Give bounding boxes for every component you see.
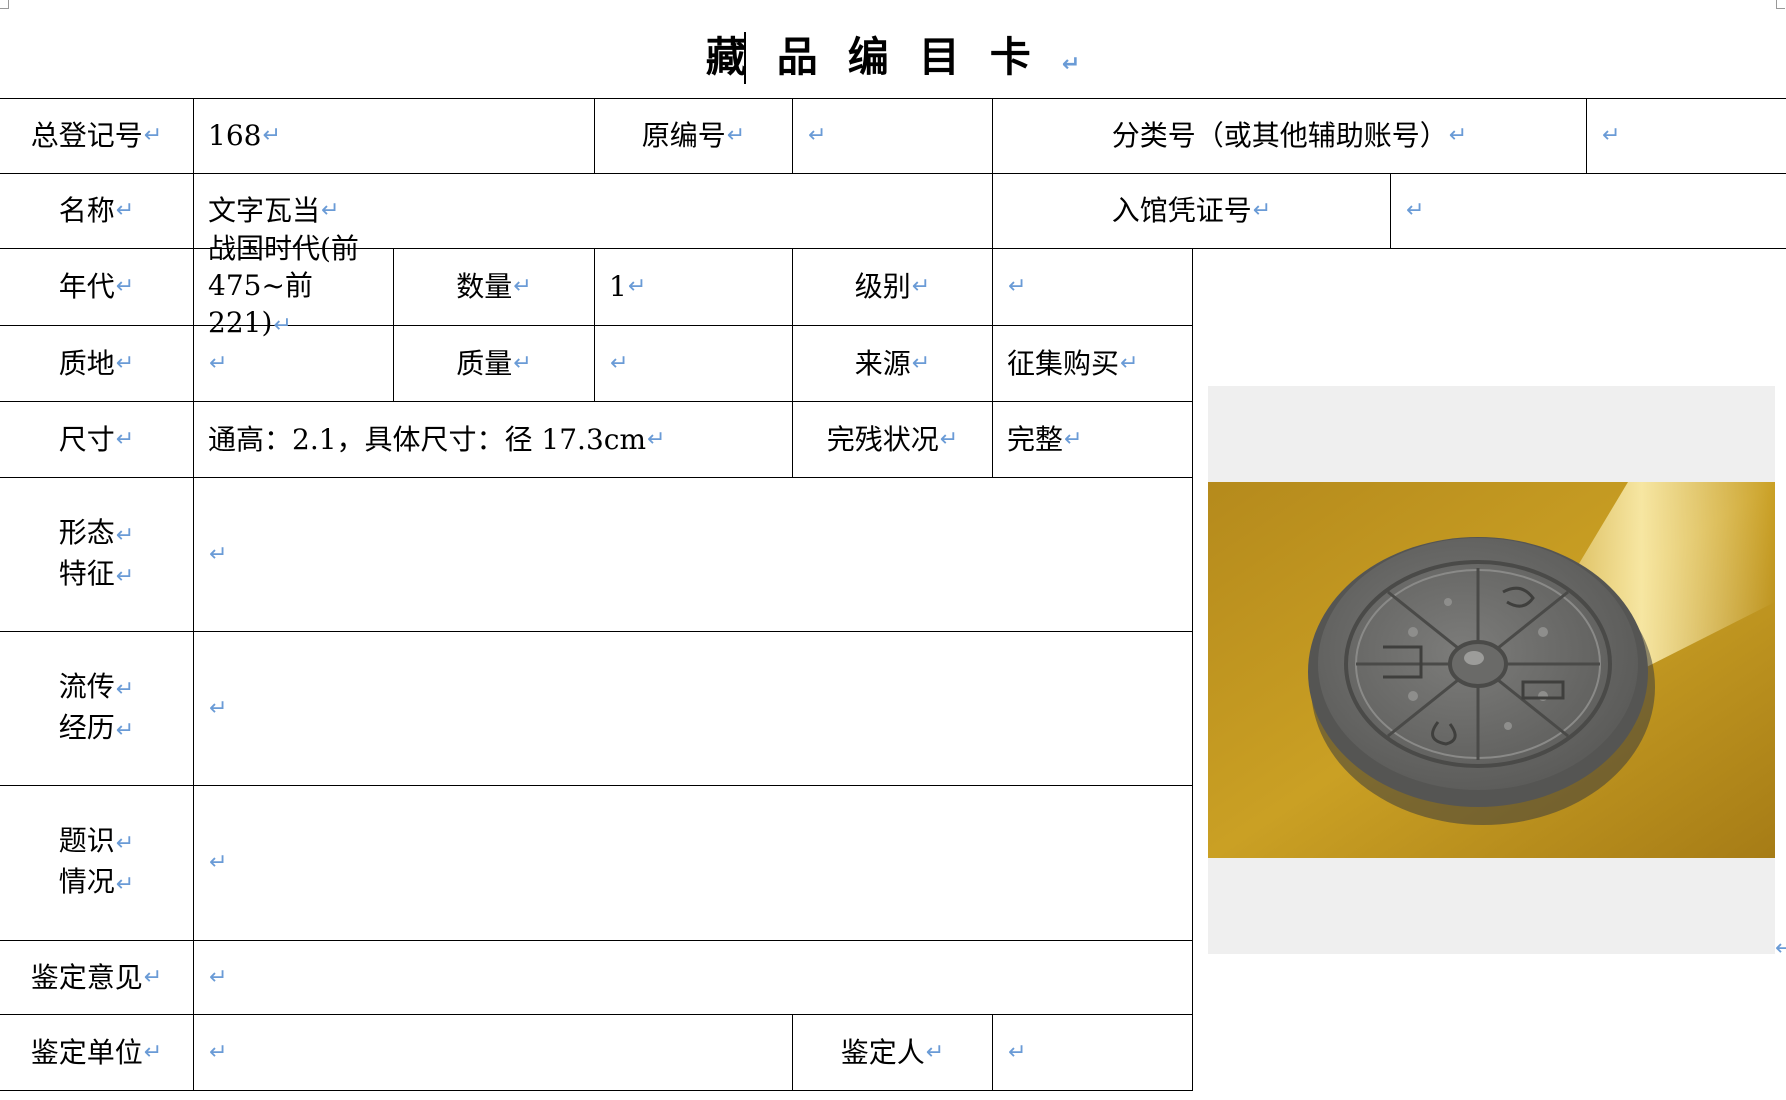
paragraph-mark-icon: ↵ (1775, 936, 1786, 961)
crop-mark-top-left (0, 0, 9, 9)
value-jiandingren[interactable]: ↵ (993, 1015, 1193, 1091)
card-title-text: 藏品编目卡 (705, 33, 1061, 81)
paragraph-mark-icon: ↵ (143, 1039, 163, 1065)
label-zhidi: 质地 ↵ (0, 326, 194, 402)
paragraph-mark-icon: ↵ (808, 123, 827, 148)
catalog-card-page: 藏品编目卡↵ 总登记号 ↵ 168 ↵ 原编号 ↵ ↵ 分类号（或其他辅助账号） ↵ ↵… (0, 0, 1786, 1100)
paragraph-mark-icon: ↵ (115, 426, 135, 452)
paragraph-mark-icon: ↵ (143, 964, 163, 990)
label-zhiliang: 质量 ↵ (394, 326, 595, 402)
label-mingcheng: 名称 ↵ (0, 174, 194, 249)
paragraph-mark-icon: ↵ (209, 350, 228, 376)
paragraph-mark-icon: ↵ (209, 541, 228, 567)
card-title: 藏品编目卡↵ (0, 22, 1786, 92)
paragraph-mark-icon: ↵ (513, 350, 532, 376)
value-jibie[interactable]: ↵ (993, 249, 1193, 326)
paragraph-mark-icon: ↵ (262, 123, 281, 148)
label-chicun: 尺寸 ↵ (0, 402, 194, 478)
label-jianding-danwei: 鉴定单位 ↵ (0, 1015, 194, 1091)
value-zhiliang[interactable]: ↵ (595, 326, 793, 402)
value-zhidi[interactable]: ↵ (194, 326, 394, 402)
paragraph-mark-icon: ↵ (115, 350, 135, 376)
paragraph-mark-icon: ↵ (115, 717, 135, 743)
paragraph-mark-icon: ↵ (1602, 123, 1621, 148)
label-jianding-yijian: 鉴定意见 ↵ (0, 941, 194, 1015)
paragraph-mark-icon: ↵ (115, 676, 135, 702)
value-shuliang[interactable]: 1 ↵ (595, 249, 793, 326)
paragraph-mark-icon: ↵ (115, 522, 135, 548)
label-ruguan: 入馆凭证号 ↵ (993, 174, 1391, 249)
paragraph-mark-icon: ↵ (209, 695, 228, 721)
label-shuliang: 数量 ↵ (394, 249, 595, 326)
paragraph-mark-icon: ↵ (115, 563, 135, 589)
paragraph-mark-icon: ↵ (647, 426, 666, 452)
value-jianding-yijian[interactable]: ↵ (194, 941, 1193, 1015)
paragraph-mark-icon: ↵ (627, 274, 647, 299)
label-tishi-qingkuang: 题识↵ 情况↵ (0, 786, 194, 941)
label-yuanbianhao: 原编号 ↵ (595, 99, 793, 174)
paragraph-mark-icon: ↵ (939, 426, 959, 452)
value-zongdengjihao[interactable]: 168 ↵ (194, 99, 595, 174)
value-jianding-danwei[interactable]: ↵ (194, 1015, 793, 1091)
value-tishi-qingkuang[interactable]: ↵ (194, 786, 1193, 941)
paragraph-mark-icon: ↵ (925, 1039, 945, 1065)
paragraph-mark-icon: ↵ (1406, 198, 1425, 223)
paragraph-mark-icon: ↵ (115, 198, 135, 223)
paragraph-mark-icon: ↵ (911, 274, 931, 299)
paragraph-mark-icon: ↵ (115, 872, 135, 897)
paragraph-mark-icon: ↵ (1008, 274, 1027, 299)
paragraph-mark-icon: ↵ (1252, 198, 1272, 223)
paragraph-mark-icon: ↵ (513, 274, 532, 299)
crop-mark-top-right (1776, 0, 1785, 9)
value-xingtai-tezheng[interactable]: ↵ (194, 478, 1193, 632)
artifact-photo (1208, 482, 1775, 858)
label-jibie: 级别 ↵ (793, 249, 993, 326)
paragraph-mark-icon: ↵ (1008, 1039, 1027, 1065)
paragraph-mark-icon: ↵ (115, 831, 135, 856)
value-liuchuan-jingli[interactable]: ↵ (194, 632, 1193, 786)
paragraph-mark-icon: ↵ (726, 123, 746, 148)
value-yuanbianhao[interactable]: ↵ (793, 99, 993, 174)
value-chicun[interactable]: 通高：2.1，具体尺寸：径 17.3cm ↵ (194, 402, 793, 478)
paragraph-mark-icon: ↵ (209, 964, 228, 990)
label-zongdengjihao: 总登记号 ↵ (0, 99, 194, 174)
text-cursor (744, 32, 746, 84)
paragraph-mark-icon: ↵ (321, 198, 340, 223)
paragraph-mark-icon: ↵ (209, 850, 228, 875)
value-ruguan[interactable]: ↵ (1391, 174, 1786, 249)
paragraph-mark-icon: ↵ (1120, 350, 1139, 376)
label-niandai: 年代 ↵ (0, 249, 194, 326)
paragraph-mark-icon: ↵ (143, 123, 163, 148)
value-niandai[interactable]: 战国时代(前 475~前 221)↵ (194, 232, 394, 339)
paragraph-mark-icon: ↵ (115, 274, 135, 299)
paragraph-mark-icon: ↵ (911, 350, 931, 376)
label-fenleihao: 分类号（或其他辅助账号） ↵ (993, 99, 1587, 174)
value-laiyuan[interactable]: 征集购买 ↵ (993, 326, 1193, 402)
label-jiandingren: 鉴定人 ↵ (793, 1015, 993, 1091)
label-liuchuan-jingli: 流传↵ 经历↵ (0, 632, 194, 786)
value-wancan[interactable]: 完整 ↵ (993, 402, 1193, 478)
paragraph-mark-icon: ↵ (209, 1039, 228, 1065)
label-wancan: 完残状况 ↵ (793, 402, 993, 478)
paragraph-mark-icon: ↵ (1064, 426, 1083, 452)
paragraph-mark-icon: ↵ (1448, 123, 1468, 148)
label-laiyuan: 来源 ↵ (793, 326, 993, 402)
paragraph-mark-icon: ↵ (1061, 52, 1081, 77)
tile-end-illustration (1208, 482, 1775, 858)
value-fenleihao[interactable]: ↵ (1587, 99, 1786, 174)
paragraph-mark-icon: ↵ (610, 350, 629, 376)
label-xingtai-tezheng: 形态↵ 特征↵ (0, 478, 194, 632)
